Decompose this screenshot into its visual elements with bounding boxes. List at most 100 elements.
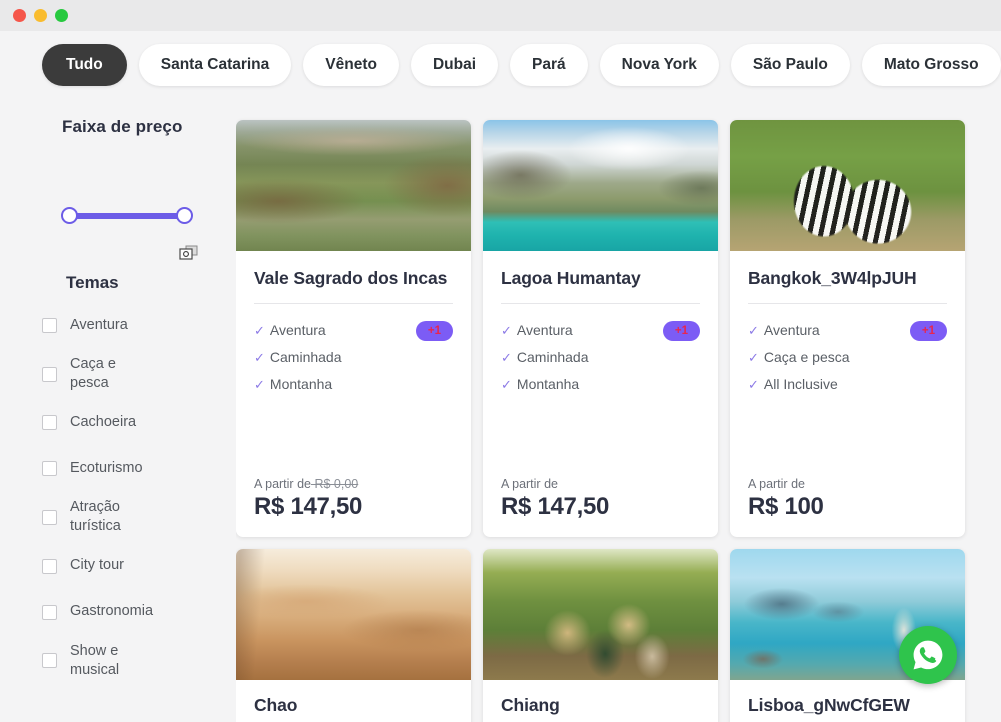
tour-cards-grid: Vale Sagrado dos Incas ✓ Aventura ✓ Caminhad… xyxy=(236,105,1001,722)
checkbox-icon[interactable] xyxy=(42,415,57,431)
app-window: Tudo Santa Catarina Vêneto Dubai Pará Nova Yo… xyxy=(0,0,1001,722)
theme-filter-label: City tour xyxy=(70,557,124,574)
tour-card[interactable]: Lagoa Humantay ✓ Aventura ✓ Caminhada ✓ Montan… xyxy=(483,120,718,537)
price-from-line: A partir de xyxy=(748,477,947,491)
tour-feature-label: Caminhada xyxy=(269,348,342,365)
checkbox-icon[interactable] xyxy=(42,366,57,382)
theme-filter-item[interactable]: Show e musical xyxy=(42,642,212,680)
theme-filter-item[interactable]: Aventura xyxy=(42,309,212,342)
theme-filter-label: Atração turística xyxy=(70,499,121,535)
tour-card-title: Lisboa_gNwCfGEW xyxy=(748,695,910,715)
check-icon: ✓ xyxy=(748,323,759,339)
theme-filter-item[interactable]: Cachoeira xyxy=(42,406,212,439)
tour-card-features: ✓ Aventura ✓ Caça e pesca ✓ All Inclusive +1 xyxy=(748,320,947,477)
tour-card[interactable]: Vale Sagrado dos Incas ✓ Aventura ✓ Caminhad… xyxy=(236,120,471,537)
tour-feature-item: ✓ Caça e pesca xyxy=(748,347,888,369)
checkbox-icon[interactable] xyxy=(42,509,57,525)
price-from-label: A partir de xyxy=(501,477,558,491)
checkbox-icon[interactable] xyxy=(42,318,57,333)
check-icon: ✓ xyxy=(501,323,512,339)
tour-card-image xyxy=(236,120,471,251)
check-icon: ✓ xyxy=(748,349,759,365)
tour-card-price-block: A partir de R$ 0,00 R$ 147,50 xyxy=(236,477,471,537)
tour-card-price-block: A partir de R$ 100 xyxy=(730,477,965,537)
window-minimize-button[interactable] xyxy=(34,9,47,22)
tour-card[interactable]: Bangkok_3W4lpJUH ✓ Aventura ✓ Caça e pesca ✓ A… xyxy=(730,120,965,537)
tour-feature-item: ✓ Aventura xyxy=(254,320,394,342)
theme-filter-item[interactable]: Gastronomia xyxy=(42,596,212,629)
andes-valley-photo-icon xyxy=(236,120,471,251)
tour-card-image xyxy=(236,549,471,680)
tour-card-price-block: A partir de R$ 147,50 xyxy=(483,477,718,537)
tour-card-price: R$ 147,50 xyxy=(254,493,363,520)
tour-card-title: Chiang xyxy=(501,695,560,715)
price-from-label: A partir de xyxy=(254,477,311,491)
window-close-button[interactable] xyxy=(13,9,26,22)
theme-filter-label: Cachoeira xyxy=(70,414,137,431)
destination-chip-7[interactable]: Mato Grosso xyxy=(861,44,1001,86)
destination-chip-label: Vêneto xyxy=(325,56,377,73)
tour-card-price: R$ 147,50 xyxy=(501,493,610,520)
destination-chip-label: Pará xyxy=(532,56,566,73)
tour-card-body: Vale Sagrado dos Incas ✓ Aventura ✓ Caminhad… xyxy=(236,251,471,477)
price-slider-track[interactable] xyxy=(67,213,187,219)
destination-chips-row[interactable]: Tudo Santa Catarina Vêneto Dubai Pará Nova Yo… xyxy=(42,44,1001,86)
destination-chip-label: Tudo xyxy=(66,56,103,73)
more-features-badge[interactable]: +1 xyxy=(662,321,700,342)
theme-filter-item[interactable]: Caça e pesca xyxy=(42,355,212,393)
filters-sidebar: Faixa de preço Temas Aventura Caça e pesc… xyxy=(0,105,236,722)
tour-feature-label: Aventura xyxy=(763,322,820,339)
checkbox-icon[interactable] xyxy=(42,604,57,620)
tour-card-price: R$ 100 xyxy=(748,493,824,520)
tour-card[interactable]: Chao xyxy=(236,549,471,722)
destination-chip-0[interactable]: Tudo xyxy=(42,44,127,86)
theme-filter-label: Caça e pesca xyxy=(70,356,116,392)
image-cursor-icon xyxy=(179,245,198,260)
tour-card[interactable]: Chiang xyxy=(483,549,718,722)
checkbox-icon[interactable] xyxy=(42,653,57,669)
card-divider xyxy=(501,303,700,305)
destination-chip-2[interactable]: Vêneto xyxy=(303,44,399,86)
price-from-label: A partir de xyxy=(748,477,805,491)
tour-feature-label: Aventura xyxy=(269,322,326,339)
tour-card-features: ✓ Aventura ✓ Caminhada ✓ Montanha +1 xyxy=(501,320,700,477)
tour-card-title: Chao xyxy=(254,695,298,715)
tour-feature-item: ✓ All Inclusive xyxy=(748,374,888,396)
whatsapp-float-button[interactable] xyxy=(899,626,957,684)
destination-chip-3[interactable]: Dubai xyxy=(410,44,499,86)
tour-feature-item: ✓ Montanha xyxy=(254,374,394,396)
tour-card-title: Vale Sagrado dos Incas xyxy=(254,268,448,288)
more-features-badge[interactable]: +1 xyxy=(909,321,947,342)
check-icon: ✓ xyxy=(501,376,512,392)
price-old-value: R$ 0,00 xyxy=(310,477,359,491)
tour-card-title: Lagoa Humantay xyxy=(501,268,641,288)
tour-feature-label: All Inclusive xyxy=(763,375,838,392)
destination-chip-4[interactable]: Pará xyxy=(510,44,588,86)
check-icon: ✓ xyxy=(501,349,512,365)
price-range-slider[interactable] xyxy=(61,207,193,225)
theme-filter-label: Aventura xyxy=(70,316,128,333)
card-divider xyxy=(748,303,947,305)
desert-camels-photo-icon xyxy=(236,549,471,680)
destination-chip-label: Nova York xyxy=(621,56,697,73)
destination-chip-1[interactable]: Santa Catarina xyxy=(138,44,292,86)
destination-chip-6[interactable]: São Paulo xyxy=(730,44,850,86)
checkbox-icon[interactable] xyxy=(42,558,57,574)
more-features-badge[interactable]: +1 xyxy=(415,321,453,342)
destination-chip-label: Santa Catarina xyxy=(160,56,270,73)
destination-chip-label: Mato Grosso xyxy=(883,56,979,73)
theme-filter-label: Ecoturismo xyxy=(70,460,143,477)
theme-filter-item[interactable]: Atração turística xyxy=(42,498,212,536)
checkbox-icon[interactable] xyxy=(42,461,57,477)
theme-filter-item[interactable]: Ecoturismo xyxy=(42,452,212,485)
destination-chip-5[interactable]: Nova York xyxy=(599,44,719,86)
destination-chip-label: São Paulo xyxy=(752,56,828,73)
price-slider-handle-min[interactable] xyxy=(61,207,78,224)
window-maximize-button[interactable] xyxy=(55,9,68,22)
whatsapp-icon xyxy=(913,640,943,670)
page-content: Faixa de preço Temas Aventura Caça e pesc… xyxy=(0,105,1001,722)
theme-filter-item[interactable]: City tour xyxy=(42,550,212,583)
tour-card-body: Bangkok_3W4lpJUH ✓ Aventura ✓ Caça e pesca ✓ A… xyxy=(730,251,965,477)
theme-filter-label: Show e musical xyxy=(70,642,120,678)
price-slider-handle-max[interactable] xyxy=(176,207,193,224)
